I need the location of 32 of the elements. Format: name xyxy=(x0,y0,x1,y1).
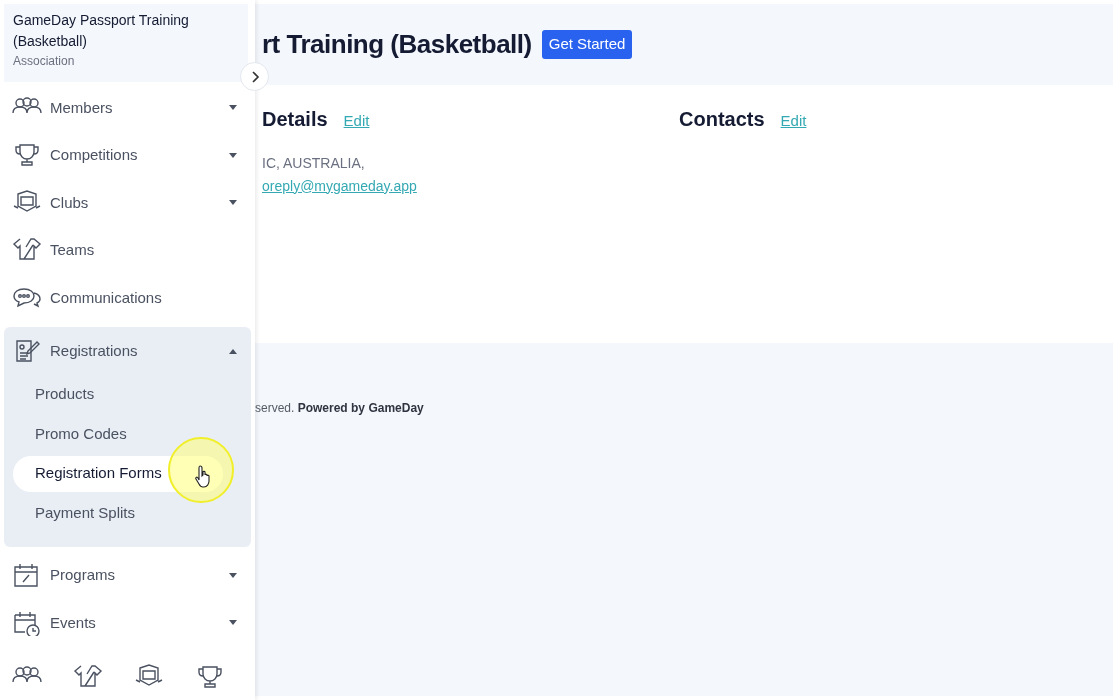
caret-icon xyxy=(229,200,237,206)
address-text: IC, AUSTRALIA, xyxy=(262,153,366,173)
submenu-item[interactable]: Products xyxy=(13,376,223,413)
trophy-icon[interactable] xyxy=(195,664,225,690)
caret-icon xyxy=(229,349,237,354)
sidebar-item[interactable]: Competitions xyxy=(4,131,251,179)
caret-icon xyxy=(229,620,237,626)
submenu-item[interactable]: Registration Forms xyxy=(13,455,223,492)
sidebar-item[interactable]: Events xyxy=(4,599,251,647)
sidebar-item[interactable]: Members xyxy=(4,84,251,132)
chevron-right-icon xyxy=(249,70,260,83)
hand-cursor-icon xyxy=(195,464,213,488)
footer-text: served. Powered by GameDay xyxy=(255,400,425,417)
section-heading: Details xyxy=(262,107,328,131)
jersey-icon[interactable] xyxy=(73,664,103,690)
calendar-clock-icon xyxy=(12,609,42,636)
page-title: rt Training (Basketball) xyxy=(262,28,532,61)
submenu-item[interactable]: Payment Splits xyxy=(13,495,223,531)
sidebar-item[interactable]: Communications xyxy=(4,274,251,322)
get-started-button[interactable]: Get Started xyxy=(541,30,633,59)
organisation-type: Association xyxy=(13,53,76,70)
sidebar-item[interactable]: Teams xyxy=(4,226,251,274)
organisation-name: GameDay Passport Training (Basketball) xyxy=(13,11,190,51)
sidebar-item[interactable]: Clubs xyxy=(4,179,251,227)
trophy-icon xyxy=(12,142,42,169)
submenu-item[interactable]: Promo Codes xyxy=(13,416,223,452)
caret-icon xyxy=(229,152,237,158)
section-heading: Contacts xyxy=(679,107,765,131)
sidebar-item[interactable]: Programs xyxy=(4,551,251,599)
sidebar-item[interactable]: Registrations xyxy=(4,326,251,377)
caret-icon xyxy=(229,105,237,111)
caret-icon xyxy=(229,572,237,578)
